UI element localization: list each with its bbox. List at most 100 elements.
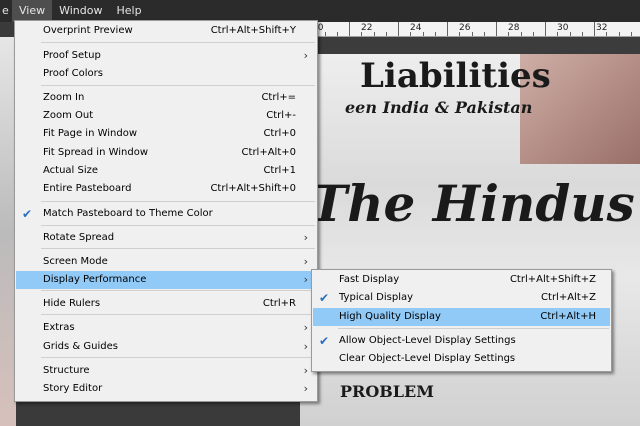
- ruler-label: 30: [557, 23, 569, 33]
- shortcut-text: Ctrl+Alt+0: [241, 147, 296, 158]
- menu-item-overprint-preview[interactable]: Overprint Preview Ctrl+Alt+Shift+Y: [16, 22, 316, 40]
- menu-separator: [41, 314, 315, 315]
- ruler-tick: [557, 32, 559, 36]
- shortcut-text: Ctrl+Alt+Z: [541, 292, 596, 303]
- ruler-tick: [434, 32, 436, 36]
- menu-item-display-performance[interactable]: Display Performance ›: [16, 271, 316, 289]
- ruler-tick: [373, 32, 375, 36]
- menu-item-label: Zoom Out: [43, 110, 94, 121]
- menu-item-label: Fast Display: [339, 274, 400, 285]
- ruler-tick: [496, 22, 497, 36]
- checkmark-icon: ✔: [319, 291, 330, 305]
- ruler-tick: [447, 22, 448, 36]
- menu-item-label: High Quality Display: [339, 311, 441, 322]
- menu-separator: [41, 290, 315, 291]
- menu-item-label: Screen Mode: [43, 256, 108, 267]
- menu-item-label: Proof Colors: [43, 68, 103, 79]
- ruler-tick: [630, 32, 632, 36]
- menu-edit[interactable]: e: [0, 0, 12, 22]
- ruler-tick: [410, 32, 412, 36]
- menu-item-entire-pasteboard[interactable]: Entire Pasteboard Ctrl+Alt+Shift+0: [16, 180, 316, 198]
- menu-item-screen-mode[interactable]: Screen Mode ›: [16, 253, 316, 271]
- menu-item-story-editor[interactable]: Story Editor ›: [16, 380, 316, 398]
- menu-item-proof-setup[interactable]: Proof Setup ›: [16, 47, 316, 65]
- menu-separator: [338, 328, 609, 329]
- ruler-label: 26: [459, 23, 471, 33]
- menu-separator: [41, 201, 315, 202]
- menu-item-label: Clear Object-Level Display Settings: [339, 353, 516, 364]
- submenu-arrow-icon: ›: [303, 321, 308, 334]
- menu-item-extras[interactable]: Extras ›: [16, 319, 316, 337]
- shortcut-text: Ctrl+Alt+Shift+0: [210, 183, 296, 194]
- ruler-tick: [349, 22, 350, 36]
- ruler-label: 24: [410, 23, 422, 33]
- ruler-tick: [459, 32, 461, 36]
- submenu-item-clear-object-level-display-settings[interactable]: Clear Object-Level Display Settings: [313, 350, 610, 368]
- menu-item-fit-page-in-window[interactable]: Fit Page in Window Ctrl+0: [16, 125, 316, 143]
- ruler-tick: [422, 32, 424, 36]
- shortcut-text: Ctrl+Alt+H: [540, 311, 596, 322]
- menu-item-label: Story Editor: [43, 383, 103, 394]
- shortcut-text: Ctrl+0: [263, 128, 296, 139]
- ruler-tick: [398, 22, 399, 36]
- menu-item-label: Allow Object-Level Display Settings: [339, 335, 516, 346]
- ruler-tick: [336, 32, 338, 36]
- menu-item-hide-rulers[interactable]: Hide Rulers Ctrl+R: [16, 295, 316, 313]
- menu-separator: [41, 85, 315, 86]
- menu-item-zoom-out[interactable]: Zoom Out Ctrl+-: [16, 107, 316, 125]
- menu-item-grids-guides[interactable]: Grids & Guides ›: [16, 338, 316, 356]
- submenu-item-typical-display[interactable]: ✔ Typical Display Ctrl+Alt+Z: [313, 289, 610, 307]
- ruler-tick: [385, 32, 387, 36]
- ruler-tick: [508, 32, 510, 36]
- menu-item-label: Display Performance: [43, 274, 147, 285]
- menu-item-match-pasteboard-to-theme-color[interactable]: ✔ Match Pasteboard to Theme Color: [16, 205, 316, 223]
- ruler-tick: [324, 32, 326, 36]
- submenu-arrow-icon: ›: [303, 340, 308, 353]
- menu-window[interactable]: Window: [52, 0, 109, 22]
- menu-item-label: Match Pasteboard to Theme Color: [43, 208, 213, 219]
- menu-item-label: Grids & Guides: [43, 341, 118, 352]
- submenu-item-fast-display[interactable]: Fast Display Ctrl+Alt+Shift+Z: [313, 271, 610, 289]
- ruler-tick: [532, 32, 534, 36]
- menu-item-structure[interactable]: Structure ›: [16, 362, 316, 380]
- headline-problem: PROBLEM: [340, 382, 434, 401]
- headline-hindus: The Hindus: [310, 174, 635, 233]
- menu-separator: [41, 248, 315, 249]
- menu-item-label: Entire Pasteboard: [43, 183, 132, 194]
- shortcut-text: Ctrl+R: [262, 298, 296, 309]
- menu-item-label: Fit Page in Window: [43, 128, 138, 139]
- ruler-tick: [606, 32, 608, 36]
- menu-item-label: Hide Rulers: [43, 298, 101, 309]
- ruler-tick: [361, 32, 363, 36]
- menu-item-label: Typical Display: [339, 292, 414, 303]
- menu-item-fit-spread-in-window[interactable]: Fit Spread in Window Ctrl+Alt+0: [16, 144, 316, 162]
- submenu-arrow-icon: ›: [303, 273, 308, 286]
- menu-item-label: Rotate Spread: [43, 232, 115, 243]
- checkmark-icon: ✔: [22, 207, 33, 221]
- ruler-tick: [594, 22, 595, 36]
- menu-item-actual-size[interactable]: Actual Size Ctrl+1: [16, 162, 316, 180]
- menu-item-label: Extras: [43, 322, 75, 333]
- display-performance-submenu: Fast Display Ctrl+Alt+Shift+Z ✔ Typical Dis…: [311, 269, 612, 372]
- ruler-tick: [471, 32, 473, 36]
- submenu-arrow-icon: ›: [303, 255, 308, 268]
- ruler-tick: [483, 32, 485, 36]
- menu-item-label: Structure: [43, 365, 90, 376]
- headline-liabilities: Liabilities: [360, 56, 551, 96]
- submenu-item-high-quality-display[interactable]: High Quality Display Ctrl+Alt+H: [313, 308, 610, 326]
- submenu-arrow-icon: ›: [303, 49, 308, 62]
- submenu-item-allow-object-level-display-settings[interactable]: ✔ Allow Object-Level Display Settings: [313, 332, 610, 350]
- menu-item-label: Actual Size: [43, 165, 99, 176]
- horizontal-ruler[interactable]: 20 22 24 26 28 30 32: [300, 22, 640, 37]
- ruler-tick: [569, 32, 571, 36]
- menu-item-rotate-spread[interactable]: Rotate Spread ›: [16, 229, 316, 247]
- shortcut-text: Ctrl+-: [266, 110, 296, 121]
- menu-item-proof-colors[interactable]: Proof Colors: [16, 65, 316, 83]
- menu-separator: [41, 357, 315, 358]
- menu-item-label: Proof Setup: [43, 50, 101, 61]
- menu-view[interactable]: View: [12, 0, 53, 22]
- menu-item-zoom-in[interactable]: Zoom In Ctrl+=: [16, 89, 316, 107]
- shortcut-text: Ctrl+Alt+Shift+Z: [509, 274, 596, 285]
- menu-item-label: Fit Spread in Window: [43, 147, 149, 158]
- menu-help[interactable]: Help: [109, 0, 148, 22]
